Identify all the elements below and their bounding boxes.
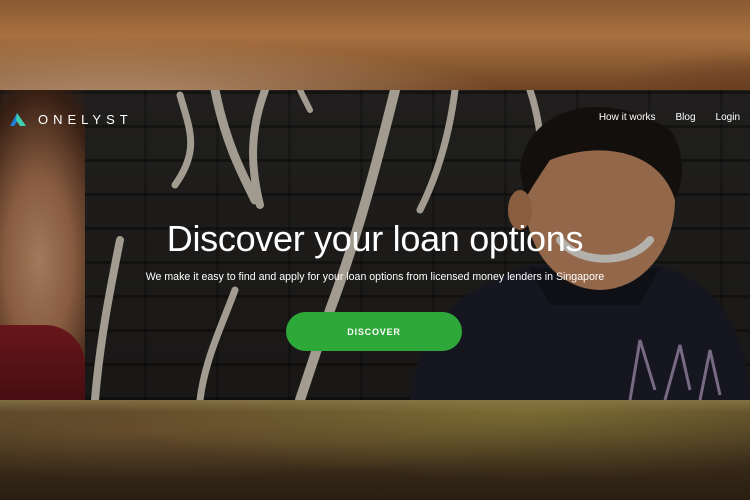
onelyst-logo-icon [10,113,26,126]
hero-section: ONELYST How it works Blog Login Discover… [0,90,750,400]
top-navbar: ONELYST How it works Blog Login [0,90,750,150]
hero-title: Discover your loan options [166,218,584,259]
discover-button[interactable]: DISCOVER [286,312,462,351]
hero-subtitle: We make it easy to find and apply for yo… [145,271,605,283]
top-decorative-band [0,0,750,90]
nav-links: How it works Blog Login [599,112,740,123]
brand-name: ONELYST [38,111,133,127]
nav-link-login[interactable]: Login [716,112,740,123]
brand-logo[interactable]: ONELYST [8,109,133,129]
bottom-decorative-band [0,400,750,500]
nav-link-how-it-works[interactable]: How it works [599,112,656,123]
nav-link-blog[interactable]: Blog [676,112,696,123]
